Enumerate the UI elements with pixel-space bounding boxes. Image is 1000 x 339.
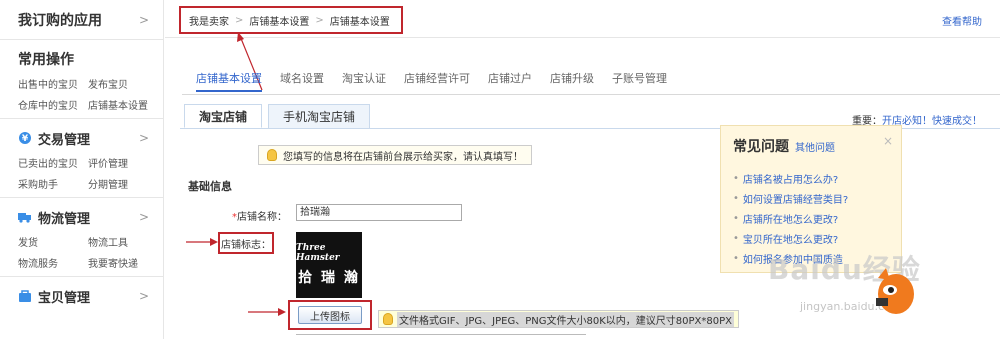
sidebar-item-purchase-helper[interactable]: 采购助手 <box>18 176 88 191</box>
logo-text-chinese: 拾 瑞 瀚 <box>298 270 360 286</box>
breadcrumb-item-seller[interactable]: 我是卖家 <box>189 13 229 28</box>
breadcrumb-separator: > <box>235 14 244 26</box>
faq-item-text: 如何设置店铺经营类目? <box>742 194 849 206</box>
bullet-icon: • <box>733 192 739 204</box>
logo-text-english: Three Hamster <box>296 243 340 263</box>
chevron-right-icon: > <box>138 131 149 145</box>
sidebar-subscribed-apps[interactable]: 我订购的应用 > <box>0 0 163 40</box>
chevron-right-icon: > <box>138 289 149 303</box>
chevron-right-icon: > <box>138 210 149 224</box>
trade-icon: ¥ <box>18 131 32 145</box>
upload-highlight: 上传图标 <box>288 300 372 330</box>
shop-name-label: *店铺名称： <box>232 208 287 223</box>
sidebar-logistics: 物流管理 > 发货 物流工具 物流服务 我要寄快递 <box>0 198 163 277</box>
sidebar-item-warehouse[interactable]: 仓库中的宝贝 <box>18 97 88 112</box>
sidebar-trade-title: 交易管理 <box>38 132 91 148</box>
sidebar-item-publish[interactable]: 发布宝贝 <box>88 76 158 91</box>
sidebar-trade: ¥ 交易管理 > 已卖出的宝贝 评价管理 采购助手 分期管理 <box>0 119 163 198</box>
upload-icon-button[interactable]: 上传图标 <box>298 306 362 324</box>
breadcrumb-item-shop-settings[interactable]: 店铺基本设置 <box>249 13 309 28</box>
faq-item[interactable]: • 宝贝所在地怎么更改? <box>733 228 889 248</box>
sidebar-item-sold[interactable]: 已卖出的宝贝 <box>18 155 88 170</box>
faq-item-text: 店铺所在地怎么更改? <box>742 214 839 226</box>
tab-mobile-taobao-shop[interactable]: 手机淘宝店铺 <box>268 104 371 128</box>
sidebar-goods-header[interactable]: 宝贝管理 > <box>18 285 163 307</box>
lightbulb-icon <box>267 149 277 161</box>
tab-shop-transfer[interactable]: 店铺过户 <box>488 70 532 92</box>
faq-item[interactable]: • 店铺所在地怎么更改? <box>733 208 889 228</box>
tab-taobao-shop[interactable]: 淘宝店铺 <box>184 104 263 128</box>
sidebar-item-shop-settings[interactable]: 店铺基本设置 <box>88 97 158 112</box>
annotation-arrow-upload <box>248 308 286 316</box>
bag-icon <box>18 289 32 303</box>
sidebar-goods-title: 宝贝管理 <box>38 290 91 306</box>
faq-item[interactable]: • 如何设置店铺经营类目? <box>733 188 889 208</box>
shop-name-input[interactable]: 拾瑞瀚 <box>296 204 462 221</box>
sidebar-goods: 宝贝管理 > <box>0 277 163 313</box>
shop-logo-label: 店铺标志： <box>218 232 274 254</box>
bullet-icon: • <box>733 212 739 224</box>
sidebar-item-installment[interactable]: 分期管理 <box>88 176 158 191</box>
breadcrumb: 我是卖家 > 店铺基本设置 > 店铺基本设置 <box>179 6 403 34</box>
faq-other-link[interactable]: 其他问题 <box>795 139 835 154</box>
tab-domain-settings[interactable]: 域名设置 <box>280 70 324 92</box>
shop-logo-image: Three Hamster 拾 瑞 瀚 <box>296 232 362 298</box>
lightbulb-icon <box>383 313 393 325</box>
tab-sub-accounts[interactable]: 子账号管理 <box>612 70 667 92</box>
section-title-basic-info: 基础信息 <box>188 180 232 193</box>
top-bar: 我是卖家 > 店铺基本设置 > 店铺基本设置 查看帮助 <box>165 0 1000 38</box>
shop-name-label-text: 店铺名称： <box>237 212 287 223</box>
mascot-icon <box>876 268 914 314</box>
breadcrumb-item-current: 店铺基本设置 <box>329 16 390 28</box>
tab-taobao-certification[interactable]: 淘宝认证 <box>342 70 386 92</box>
truck-icon <box>18 210 32 224</box>
help-link[interactable]: 查看帮助 <box>942 13 982 28</box>
format-tip-text: 文件格式GIF、JPG、JPEG、PNG文件大小80K以内，建议尺寸80PX*8… <box>397 311 734 327</box>
tab-shop-basic-settings[interactable]: 店铺基本设置 <box>196 70 262 92</box>
tab-divider <box>182 94 1000 95</box>
bullet-icon: • <box>733 252 739 264</box>
faq-item-text: 宝贝所在地怎么更改? <box>742 234 839 246</box>
main-tabs: 店铺基本设置 域名设置 淘宝认证 店铺经营许可 店铺过户 店铺升级 子账号管理 <box>196 70 667 92</box>
sidebar-item-logistics-tools[interactable]: 物流工具 <box>88 234 158 249</box>
format-tip: 文件格式GIF、JPG、JPEG、PNG文件大小80K以内，建议尺寸80PX*8… <box>378 310 739 328</box>
faq-title: 常见问题 <box>733 139 789 155</box>
tab-business-license[interactable]: 店铺经营许可 <box>404 70 470 92</box>
sub-tabs: 淘宝店铺 手机淘宝店铺 <box>184 104 371 128</box>
sidebar-item-on-sale[interactable]: 出售中的宝贝 <box>18 76 88 91</box>
bullet-icon: • <box>733 172 739 184</box>
sidebar-logistics-title: 物流管理 <box>38 211 91 227</box>
sidebar-common-title: 常用操作 <box>18 52 74 68</box>
sidebar-item-reviews[interactable]: 评价管理 <box>88 155 158 170</box>
faq-item-text: 店铺名被占用怎么办? <box>742 174 839 186</box>
sidebar: 我订购的应用 > 常用操作 出售中的宝贝 发布宝贝 仓库中的宝贝 店铺基本设置 … <box>0 0 164 339</box>
sidebar-logistics-header[interactable]: 物流管理 > <box>18 206 163 228</box>
sidebar-item-send-express[interactable]: 我要寄快递 <box>88 255 158 270</box>
info-tip-text: 您填写的信息将在店铺前台展示给买家，请认真填写！ <box>283 151 523 163</box>
bullet-icon: • <box>733 232 739 244</box>
close-icon[interactable]: × <box>883 134 893 148</box>
tab-shop-upgrade[interactable]: 店铺升级 <box>550 70 594 92</box>
annotation-arrow-logo <box>186 238 218 246</box>
sidebar-common-ops: 常用操作 出售中的宝贝 发布宝贝 仓库中的宝贝 店铺基本设置 <box>0 40 163 119</box>
info-tip: 您填写的信息将在店铺前台展示给买家，请认真填写！ <box>258 145 532 165</box>
svg-text:¥: ¥ <box>22 134 29 144</box>
sidebar-trade-header[interactable]: ¥ 交易管理 > <box>18 127 163 149</box>
breadcrumb-separator: > <box>315 14 324 26</box>
faq-item[interactable]: • 店铺名被占用怎么办? <box>733 168 889 188</box>
next-field-edge <box>296 334 586 339</box>
sidebar-item-logistics-service[interactable]: 物流服务 <box>18 255 88 270</box>
sidebar-item-ship[interactable]: 发货 <box>18 234 88 249</box>
chevron-right-icon: > <box>138 12 149 27</box>
sidebar-subscribed-apps-title: 我订购的应用 <box>18 12 102 29</box>
